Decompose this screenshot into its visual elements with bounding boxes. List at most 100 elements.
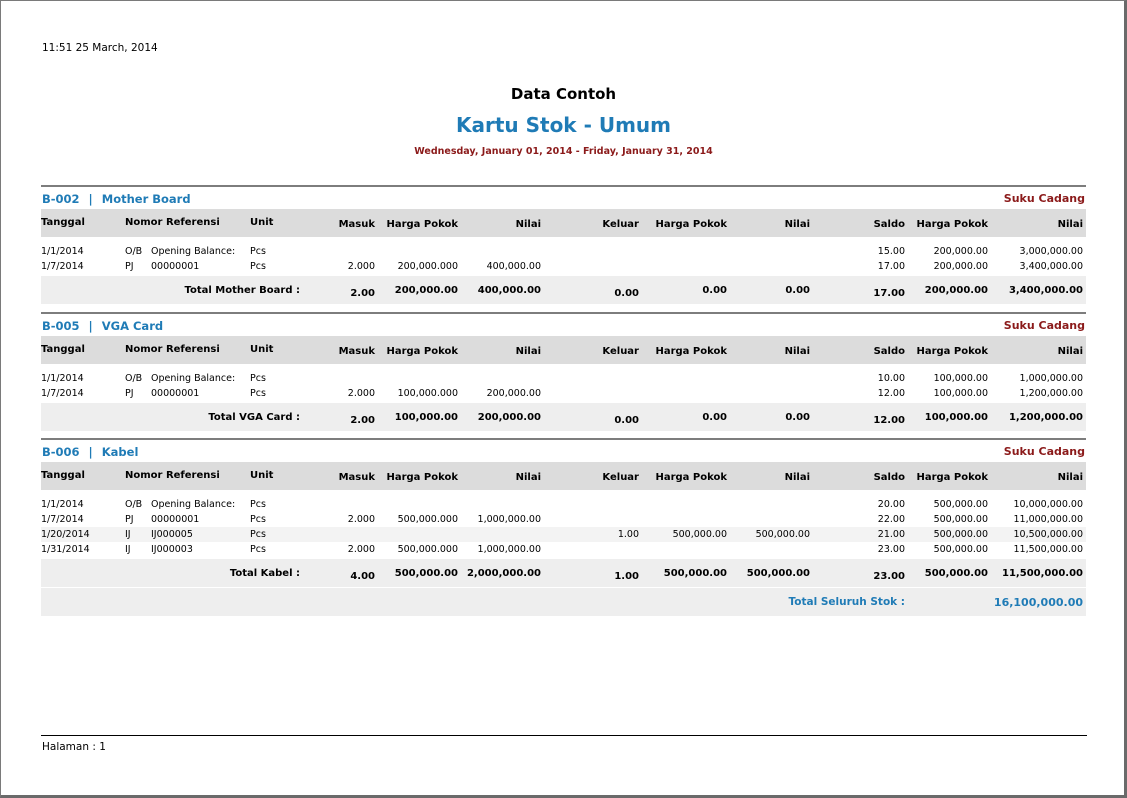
row-out-value	[727, 259, 810, 274]
col-header-masuk: Masuk	[338, 219, 375, 230]
row-in-value: 400,000.00	[486, 261, 541, 272]
row-out-value	[727, 512, 810, 527]
row-out-price	[639, 497, 727, 512]
row-ref-number: 00000001	[151, 514, 200, 525]
row-unit: Pcs	[250, 529, 266, 540]
section-total-row: Total VGA Card : 2.00 100,000.00 200,000.00…	[41, 403, 1086, 431]
row-out-price	[639, 386, 727, 401]
item-name: Mother Board	[101, 192, 191, 206]
total-in-value: 400,000.00	[477, 285, 541, 296]
total-out-qty: 0.00	[614, 288, 639, 299]
total-out-price: 0.00	[702, 285, 727, 296]
total-out-qty: 1.00	[614, 571, 639, 582]
row-unit: Pcs	[250, 388, 266, 399]
col-header-nilai-saldo: Nilai	[1057, 346, 1083, 357]
row-out-qty	[541, 512, 639, 527]
row-ref-type: O/B	[125, 499, 143, 510]
column-header-row: Tanggal Nomor Referensi Unit Masuk Harga Pok…	[41, 462, 1086, 490]
transaction-rows: 1/1/2014 O/B Opening Balance: Pcs 10.00 100,0…	[41, 364, 1086, 401]
row-bal-qty: 20.00	[877, 499, 905, 510]
col-header-saldo: Saldo	[873, 219, 905, 230]
total-out-value: 500,000.00	[746, 568, 810, 579]
row-bal-price: 200,000.00	[933, 261, 988, 272]
title-separator: |	[88, 445, 93, 459]
total-bal-value: 11,500,000.00	[1002, 568, 1083, 579]
total-in-qty: 4.00	[350, 571, 375, 582]
row-in-value: 200,000.00	[486, 388, 541, 399]
stock-section: B-006 | Kabel Suku Cadang Tanggal Nomor Refer…	[41, 438, 1086, 587]
row-bal-price: 500,000.00	[933, 499, 988, 510]
row-out-qty	[541, 259, 639, 274]
row-date: 1/7/2014	[41, 261, 84, 272]
total-bal-price: 100,000.00	[924, 412, 988, 423]
row-bal-price: 100,000.00	[933, 388, 988, 399]
row-in-value	[458, 497, 541, 512]
total-bal-qty: 23.00	[873, 571, 905, 582]
row-bal-value: 11,500,000.00	[1013, 544, 1083, 555]
row-bal-price: 100,000.00	[933, 373, 988, 384]
row-in-price: 100,000.000	[397, 388, 458, 399]
row-date: 1/1/2014	[41, 499, 84, 510]
col-header-keluar: Keluar	[602, 346, 639, 357]
row-ref-type: IJ	[125, 544, 131, 555]
section-total-row: Total Kabel : 4.00 500,000.00 2,000,000.00 1…	[41, 559, 1086, 587]
section-header: B-005 | VGA Card Suku Cadang	[41, 314, 1086, 336]
row-bal-value: 1,200,000.00	[1019, 388, 1083, 399]
section-header: B-006 | Kabel Suku Cadang	[41, 440, 1086, 462]
row-bal-value: 10,000,000.00	[1013, 499, 1083, 510]
row-in-value: 1,000,000.00	[477, 544, 541, 555]
row-bal-price: 500,000.00	[933, 544, 988, 555]
total-out-qty: 0.00	[614, 415, 639, 426]
col-header-unit: Unit	[250, 217, 274, 228]
transaction-row: 1/1/2014 O/B Opening Balance: Pcs 15.00 200,0…	[41, 244, 1086, 259]
row-out-value	[727, 497, 810, 512]
col-header-masuk: Masuk	[338, 472, 375, 483]
col-header-harga-pokok-masuk: Harga Pokok	[386, 219, 458, 230]
row-bal-qty: 22.00	[877, 514, 905, 525]
transaction-row: 1/1/2014 O/B Opening Balance: Pcs 10.00 100,0…	[41, 371, 1086, 386]
row-bal-qty: 12.00	[877, 388, 905, 399]
company-name: Data Contoh	[510, 85, 617, 103]
row-out-qty: 1.00	[617, 529, 639, 540]
row-unit: Pcs	[250, 373, 266, 384]
total-bal-qty: 12.00	[873, 415, 905, 426]
grand-total-value: 16,100,000.00	[993, 596, 1083, 609]
col-header-nilai-keluar: Nilai	[784, 472, 810, 483]
row-ref-number: Opening Balance:	[151, 246, 236, 257]
item-title: B-006 | Kabel	[42, 445, 138, 459]
row-date: 1/20/2014	[41, 529, 90, 540]
col-header-nomor-referensi: Nomor Referensi	[125, 470, 220, 481]
stock-section: B-002 | Mother Board Suku Cadang Tanggal Nomo…	[41, 185, 1086, 304]
report-period: Wednesday, January 01, 2014 - Friday, Ja…	[414, 146, 713, 157]
transaction-rows: 1/1/2014 O/B Opening Balance: Pcs 15.00 200,0…	[41, 237, 1086, 274]
transaction-rows: 1/1/2014 O/B Opening Balance: Pcs 20.00 500,0…	[41, 490, 1086, 557]
row-unit: Pcs	[250, 261, 266, 272]
row-ref-type: O/B	[125, 373, 143, 384]
title-separator: |	[88, 319, 93, 333]
total-label: Total Kabel :	[229, 568, 300, 579]
row-ref-number: IJ000003	[151, 544, 193, 555]
row-out-value	[727, 386, 810, 401]
row-unit: Pcs	[250, 499, 266, 510]
row-bal-value: 1,000,000.00	[1019, 373, 1083, 384]
total-out-price: 500,000.00	[663, 568, 727, 579]
title-separator: |	[88, 192, 93, 206]
row-ref-number: Opening Balance:	[151, 373, 236, 384]
transaction-row: 1/1/2014 O/B Opening Balance: Pcs 20.00 500,0…	[41, 497, 1086, 512]
col-header-nilai-masuk: Nilai	[515, 219, 541, 230]
item-code: B-005	[42, 319, 80, 333]
row-out-price	[639, 244, 727, 259]
row-in-qty: 2.000	[347, 544, 375, 555]
row-bal-qty: 10.00	[877, 373, 905, 384]
item-category: Suku Cadang	[1003, 192, 1085, 205]
item-title: B-002 | Mother Board	[42, 192, 191, 206]
row-out-qty	[541, 244, 639, 259]
row-in-value: 1,000,000.00	[477, 514, 541, 525]
row-bal-qty: 15.00	[877, 246, 905, 257]
row-ref-number: 00000001	[151, 261, 200, 272]
row-in-value	[458, 244, 541, 259]
row-in-qty: 2.000	[347, 261, 375, 272]
item-name: VGA Card	[101, 319, 164, 333]
row-unit: Pcs	[250, 246, 266, 257]
row-in-price: 500,000.000	[397, 544, 458, 555]
